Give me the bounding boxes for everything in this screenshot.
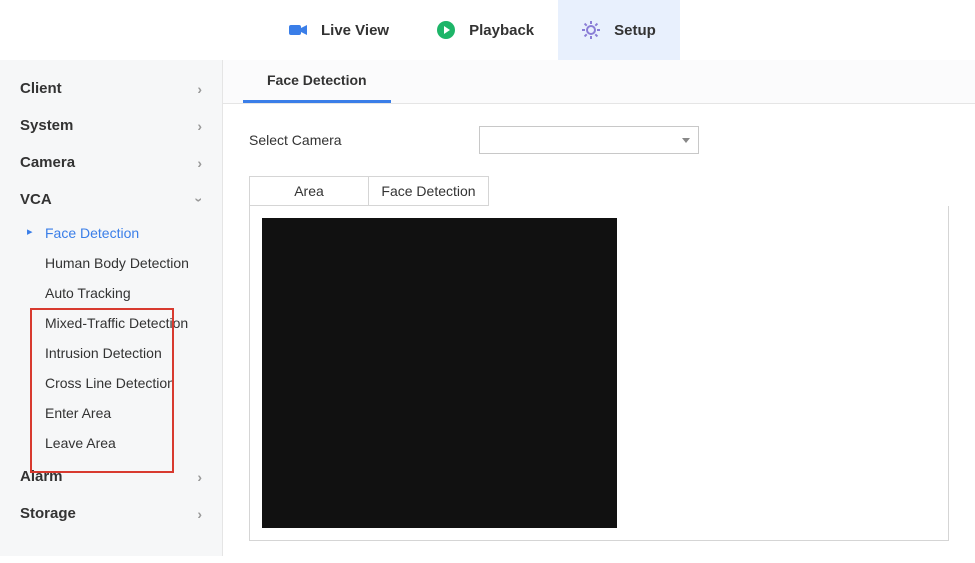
select-camera-dropdown[interactable] [479,126,699,154]
sidebar-group-system[interactable]: System › [0,107,222,144]
sidebar-group-label: VCA [20,191,52,208]
top-navigation: Live View Playback Setup [0,0,975,60]
sidebar-group-label: Camera [20,154,75,171]
preview-container [249,206,949,541]
chevron-right-icon: › [197,506,202,522]
sidebar-group-label: System [20,117,73,134]
nav-setup-label: Setup [614,22,656,39]
subtab-face-detection[interactable]: Face Detection [243,60,391,103]
nav-playback[interactable]: Playback [413,0,558,60]
sidebar-item-cross-line-detection[interactable]: Cross Line Detection [45,368,222,398]
sidebar-item-enter-area[interactable]: Enter Area [45,398,222,428]
chevron-right-icon: › [197,155,202,171]
sidebar-item-intrusion-detection[interactable]: Intrusion Detection [45,338,222,368]
select-camera-row: Select Camera [249,126,949,154]
inner-tab-face-detection[interactable]: Face Detection [369,176,489,206]
play-circle-icon [437,21,455,39]
sidebar-item-leave-area[interactable]: Leave Area [45,428,222,458]
sidebar-group-storage[interactable]: Storage › [0,495,222,532]
sidebar-group-vca[interactable]: VCA › [0,181,222,218]
nav-playback-label: Playback [469,22,534,39]
chevron-right-icon: › [197,469,202,485]
chevron-right-icon: › [197,118,202,134]
sidebar-item-mixed-traffic-detection[interactable]: Mixed-Traffic Detection [45,308,222,338]
inner-tabs: Area Face Detection [249,176,949,206]
sidebar-group-alarm[interactable]: Alarm › [0,458,222,495]
sidebar: Client › System › Camera › VCA › Face De… [0,60,223,556]
sidebar-item-auto-tracking[interactable]: Auto Tracking [45,278,222,308]
sidebar-group-label: Storage [20,505,76,522]
sidebar-item-human-body-detection[interactable]: Human Body Detection [45,248,222,278]
nav-live-view[interactable]: Live View [265,0,413,60]
nav-live-view-label: Live View [321,22,389,39]
video-preview [262,218,617,528]
sidebar-group-client[interactable]: Client › [0,70,222,107]
chevron-down-icon: › [192,197,208,202]
main-layout: Client › System › Camera › VCA › Face De… [0,60,975,556]
sidebar-vca-submenu: Face Detection Human Body Detection Auto… [0,218,222,458]
sidebar-item-face-detection[interactable]: Face Detection [45,218,222,248]
sidebar-group-label: Alarm [20,468,63,485]
content-area: Select Camera Area Face Detection [223,104,975,563]
subtab-bar: Face Detection [223,60,975,104]
sidebar-group-label: Client [20,80,62,97]
main-panel: Face Detection Select Camera Area Face D… [223,60,975,556]
video-camera-icon [289,23,307,37]
gear-icon [582,21,600,39]
inner-tab-area[interactable]: Area [249,176,369,206]
nav-setup[interactable]: Setup [558,0,680,60]
select-camera-label: Select Camera [249,132,479,148]
sidebar-group-camera[interactable]: Camera › [0,144,222,181]
chevron-right-icon: › [197,81,202,97]
